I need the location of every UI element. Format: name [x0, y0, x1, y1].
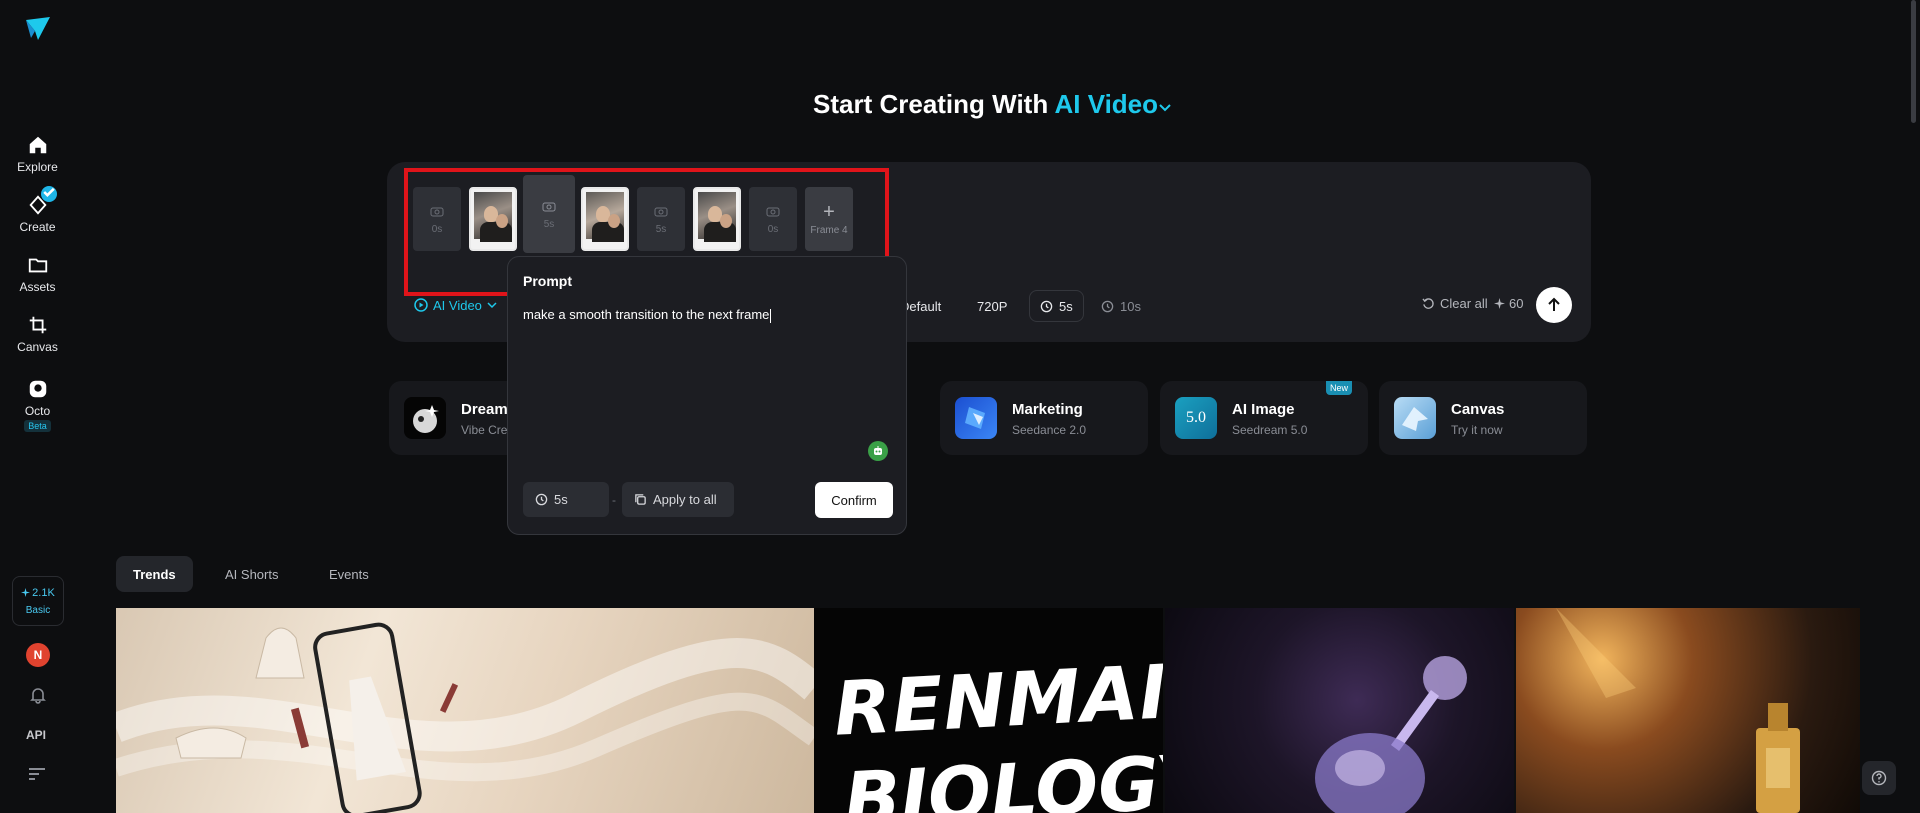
glass-flask-image	[1315, 656, 1467, 813]
credit-cost-value: 60	[1509, 296, 1524, 311]
sidebar-item-create[interactable]: Create	[0, 186, 75, 234]
prompt-title: Prompt	[523, 273, 572, 289]
card-subtitle: Vibe Cre	[461, 423, 508, 437]
tab-ai-shorts[interactable]: AI Shorts	[225, 556, 278, 592]
avatar[interactable]: N	[26, 643, 50, 667]
ai-image-thumb: 5.0	[1175, 397, 1217, 439]
card-title: AI Image	[1232, 401, 1295, 418]
sidebar-item-assets[interactable]: Assets	[0, 254, 75, 294]
gallery-item[interactable]	[1165, 608, 1514, 813]
chevron-down-icon	[1159, 104, 1171, 112]
sidebar: Explore Create Assets Canvas Octo Beta 2…	[0, 0, 75, 813]
card-subtitle: Seedream 5.0	[1232, 423, 1308, 437]
sidebar-item-explore[interactable]: Explore	[0, 134, 75, 174]
api-link[interactable]: API	[26, 728, 46, 742]
new-badge: New	[1325, 381, 1352, 395]
title-mode-dropdown[interactable]: AI Video	[1054, 89, 1172, 119]
confirm-button[interactable]: Confirm	[815, 482, 893, 518]
menu-icon[interactable]	[28, 767, 46, 781]
duration-selected-label: 5s	[1059, 298, 1073, 314]
home-icon	[29, 136, 46, 154]
credit-cost: 60	[1494, 296, 1523, 311]
sidebar-item-label: Octo	[24, 404, 51, 418]
sparkle-icon	[21, 588, 31, 597]
clock-icon	[1101, 300, 1114, 312]
apply-to-all-button[interactable]: Apply to all	[622, 482, 734, 517]
generate-button[interactable]	[1536, 287, 1572, 323]
text-cursor	[770, 308, 772, 323]
logo-icon[interactable]	[24, 16, 52, 42]
sidebar-item-canvas[interactable]: Canvas	[0, 314, 75, 354]
title-accent: AI Video	[1054, 89, 1159, 119]
crop-icon	[29, 316, 46, 334]
duration-10s-option[interactable]: 10s	[1101, 290, 1141, 322]
card-subtitle: Try it now	[1451, 423, 1503, 437]
gallery-item[interactable]: RENMAI BIOLOGY	[814, 608, 1163, 813]
video-mode-icon	[414, 298, 428, 312]
arrow-up-icon	[1548, 297, 1560, 311]
help-button[interactable]	[1862, 761, 1896, 795]
page-scrollbar[interactable]	[1911, 0, 1916, 123]
clock-icon	[1040, 300, 1053, 312]
duration-5s-option[interactable]: 5s	[1029, 290, 1084, 322]
reset-icon	[1422, 298, 1434, 309]
duration-alt-label: 10s	[1120, 298, 1141, 314]
copy-icon	[635, 494, 646, 505]
marketing-thumb	[955, 397, 997, 439]
beta-badge: Beta	[24, 420, 51, 432]
prompt-duration-label: 5s	[554, 492, 568, 507]
help-icon	[1871, 770, 1887, 786]
gallery-item[interactable]	[116, 608, 814, 813]
card-title: Canvas	[1451, 401, 1505, 418]
card-subtitle: Seedance 2.0	[1012, 423, 1087, 437]
apply-label: Apply to all	[653, 492, 717, 507]
sidebar-item-label: Create	[19, 220, 56, 234]
card-title: Marketing	[1012, 401, 1083, 418]
prompt-duration-selector[interactable]: 5s	[523, 482, 609, 517]
card-marketing[interactable]: Marketing Seedance 2.0	[940, 381, 1148, 455]
bell-icon[interactable]	[28, 685, 48, 705]
sidebar-item-label: Canvas	[17, 340, 58, 354]
sidebar-item-label: Explore	[17, 160, 58, 174]
tab-trends[interactable]: Trends	[116, 556, 193, 592]
assistant-icon[interactable]	[868, 441, 888, 461]
check-badge-icon	[41, 186, 57, 202]
clock-icon	[535, 493, 548, 506]
sidebar-item-label: Assets	[19, 280, 56, 294]
renmai-text: RENMAI	[831, 649, 1163, 753]
gallery-item[interactable]	[1516, 608, 1860, 813]
mode-label: AI Video	[433, 297, 482, 313]
canvas-thumb	[1394, 397, 1436, 439]
sidebar-item-octo[interactable]: Octo Beta	[0, 378, 75, 432]
clear-all-button[interactable]: Clear all	[1422, 296, 1488, 311]
clear-all-label: Clear all	[1440, 296, 1488, 311]
perfume-bottle-image	[1556, 608, 1800, 813]
card-title: Dreami	[461, 401, 512, 418]
chevron-down-icon	[487, 302, 497, 309]
tab-events[interactable]: Events	[329, 556, 369, 592]
prompt-text: make a smooth transition to the next fra…	[523, 307, 770, 322]
title-prefix: Start Creating With	[813, 89, 1049, 119]
sparkle-icon	[1494, 298, 1505, 309]
mode-selector[interactable]: AI Video	[414, 292, 497, 318]
dreamina-thumb	[404, 397, 446, 439]
resolution-label: 720P	[977, 298, 1008, 314]
credits-value: 2.1K	[32, 586, 55, 599]
octo-icon	[29, 380, 46, 398]
plan-label: Basic	[25, 604, 51, 616]
fashion-ad-image	[116, 622, 814, 813]
folder-icon	[28, 258, 47, 273]
card-canvas[interactable]: Canvas Try it now	[1379, 381, 1587, 455]
prompt-textarea[interactable]: make a smooth transition to the next fra…	[523, 307, 772, 323]
card-ai-image[interactable]: 5.0 AI Image Seedream 5.0 New	[1160, 381, 1368, 455]
page-title: Start Creating With AI Video	[813, 89, 1172, 120]
prompt-popover: Prompt make a smooth transition to the n…	[507, 256, 907, 535]
separator: -	[612, 493, 616, 507]
resolution-selector[interactable]: 720P	[977, 290, 1007, 322]
credits-box[interactable]: 2.1K Basic	[12, 576, 64, 626]
